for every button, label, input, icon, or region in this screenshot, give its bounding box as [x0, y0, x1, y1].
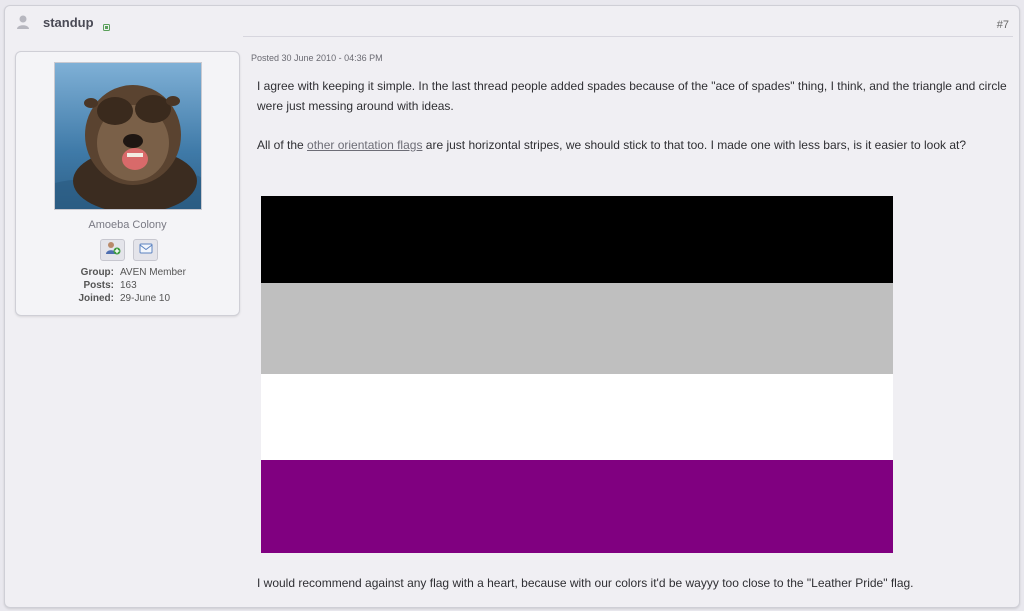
author-panel: Amoeba Colony Group: AVEN Member Posts: …	[15, 51, 240, 316]
author-info: Group: AVEN Member Posts: 163 Joined: 29…	[26, 266, 226, 305]
flag-stripe	[261, 283, 893, 374]
info-row-posts: Posts: 163	[26, 279, 226, 292]
info-value: AVEN Member	[120, 267, 186, 278]
info-label: Joined:	[78, 293, 114, 304]
send-message-icon	[138, 240, 154, 261]
send-message-button[interactable]	[133, 239, 158, 261]
post-paragraph: All of the other orientation flags are j…	[257, 135, 1007, 155]
post-paragraph: I agree with keeping it simple. In the l…	[257, 79, 1007, 113]
paragraph-text: are just horizontal stripes, we should s…	[422, 138, 967, 152]
add-friend-icon	[105, 240, 121, 261]
info-value: 29-June 10	[120, 293, 171, 304]
info-label: Posts:	[83, 280, 114, 291]
posted-date: Posted 30 June 2010 - 04:36 PM	[251, 53, 383, 63]
member-title: Amoeba Colony	[88, 219, 167, 231]
user-status-icon	[15, 14, 31, 30]
author-actions	[100, 239, 158, 261]
flag-image	[261, 196, 893, 553]
header-divider	[243, 36, 1013, 37]
post-paragraph: I would recommend against any flag with …	[257, 576, 914, 590]
post-number-link[interactable]: #7	[997, 19, 1009, 31]
forum-post: standup #7 Amoeba Colony Group: AVEN Mem…	[4, 5, 1020, 608]
info-label: Group:	[80, 267, 114, 278]
flag-stripe	[261, 374, 893, 460]
info-row-joined: Joined: 29-June 10	[26, 292, 226, 305]
post-header: standup #7	[5, 6, 1019, 38]
paragraph-text: All of the	[257, 138, 308, 152]
author-name-link[interactable]: standup	[43, 15, 94, 30]
add-friend-button[interactable]	[100, 239, 125, 261]
avatar[interactable]	[54, 62, 202, 210]
flag-stripe	[261, 196, 893, 283]
orientation-flags-link[interactable]: other orientation flags	[307, 138, 422, 152]
info-value: 163	[120, 280, 137, 291]
info-row-group: Group: AVEN Member	[26, 266, 226, 279]
flag-stripe	[261, 460, 893, 553]
online-indicator-icon	[103, 18, 110, 31]
